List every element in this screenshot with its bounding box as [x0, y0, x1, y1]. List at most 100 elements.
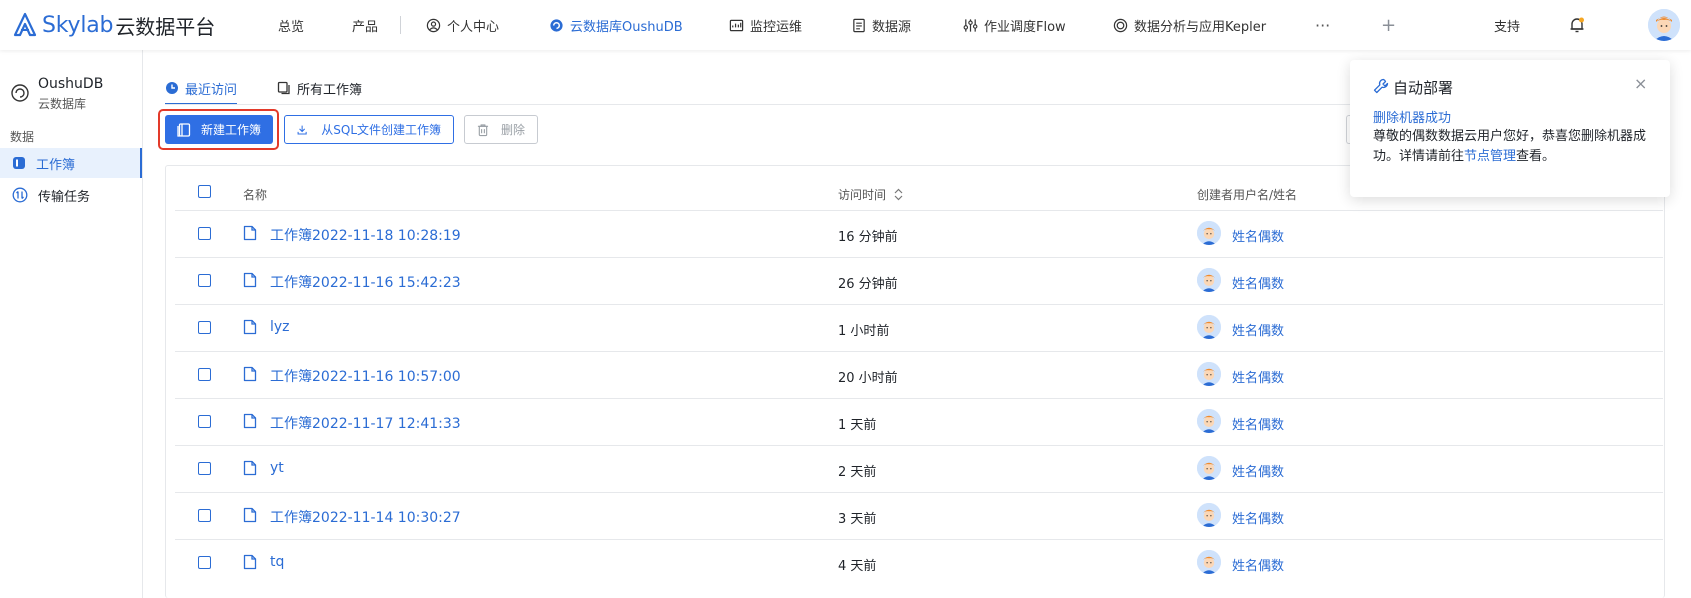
workbook-name-link[interactable]: 工作簿2022-11-17 12:41:33	[270, 413, 461, 433]
notification-bell-button[interactable]	[1568, 0, 1586, 50]
toast-title: 自动部署	[1393, 79, 1454, 97]
new-workbook-button[interactable]: 新建工作簿	[165, 115, 273, 144]
nav-item-products[interactable]: 产品	[352, 0, 378, 50]
row-checkbox[interactable]	[198, 274, 211, 287]
creator-name-link[interactable]: 姓名偶数	[1232, 508, 1284, 527]
tab-all-workbooks[interactable]: 所有工作簿	[277, 72, 362, 104]
nav-item-kepler[interactable]: 数据分析与应用Kepler	[1113, 0, 1266, 50]
add-tab-button[interactable]: +	[1381, 0, 1396, 50]
workbook-name-link[interactable]: 工作簿2022-11-16 15:42:23	[270, 272, 461, 292]
logo-text-en: Skylab	[42, 12, 114, 38]
creator-name-link[interactable]: 姓名偶数	[1232, 320, 1284, 339]
close-icon[interactable]: ×	[1634, 74, 1647, 93]
transfer-icon	[12, 187, 28, 203]
oushudb-logo-icon	[11, 84, 29, 102]
tab-recent[interactable]: 最近访问	[165, 72, 238, 105]
row-checkbox[interactable]	[198, 462, 211, 475]
creator-name-link[interactable]: 姓名偶数	[1232, 367, 1284, 386]
row-checkbox[interactable]	[198, 321, 211, 334]
avatar-face-icon	[1197, 221, 1221, 245]
nav-item-label: 个人中心	[447, 19, 500, 35]
sort-icon	[894, 188, 903, 201]
table-row[interactable]: 工作簿2022-11-16 10:57:00 20 小时前 姓名偶数	[175, 351, 1663, 398]
more-menu-button[interactable]: ···	[1315, 0, 1330, 50]
trash-icon	[477, 123, 489, 136]
nav-item-label: 监控运维	[750, 19, 803, 35]
avatar-face-icon	[1197, 550, 1221, 574]
creator-name-link[interactable]: 姓名偶数	[1232, 273, 1284, 292]
sidebar-item-transfer[interactable]: 传输任务	[0, 180, 142, 210]
document-list-icon	[853, 18, 865, 32]
table-row[interactable]: 工作簿2022-11-17 12:41:33 1 天前 姓名偶数	[175, 398, 1663, 445]
table-row[interactable]: 工作簿2022-11-14 10:30:27 3 天前 姓名偶数	[175, 492, 1663, 539]
table-row[interactable]: tq 4 天前 姓名偶数	[175, 539, 1663, 586]
row-checkbox[interactable]	[198, 509, 211, 522]
avatar-face-icon	[1197, 362, 1221, 386]
delete-button[interactable]: 删除	[464, 115, 538, 144]
column-header-creator: 创建者用户名/姓名	[1197, 188, 1298, 202]
button-label: 新建工作簿	[200, 123, 261, 137]
creator-avatar	[1197, 503, 1221, 527]
nav-item-datasource[interactable]: 数据源	[852, 0, 911, 50]
top-navigation-bar: Skylab 云数据平台 总览 产品 个人中心 云数据库OushuDB 监控运维…	[0, 0, 1691, 50]
row-checkbox[interactable]	[198, 556, 211, 569]
wrench-icon	[1373, 78, 1389, 94]
app-logo[interactable]: Skylab 云数据平台	[12, 10, 215, 40]
creator-name-link[interactable]: 姓名偶数	[1232, 461, 1284, 480]
workbook-name-link[interactable]: 工作簿2022-11-16 10:57:00	[270, 366, 461, 386]
access-time: 1 小时前	[838, 324, 890, 339]
access-time: 3 天前	[838, 512, 877, 527]
creator-name-link[interactable]: 姓名偶数	[1232, 555, 1284, 574]
row-checkbox[interactable]	[198, 227, 211, 240]
creator-avatar	[1197, 315, 1221, 339]
create-from-sql-button[interactable]: 从SQL文件创建工作簿	[284, 115, 454, 144]
sidebar-item-workbook[interactable]: 工作簿	[0, 148, 142, 178]
notification-toast: 自动部署 × 删除机器成功 尊敬的偶数数据云用户您好，恭喜您删除机器成功。详情请…	[1350, 60, 1670, 197]
nav-item-label: 数据源	[872, 19, 912, 35]
avatar-face-icon	[1197, 456, 1221, 480]
select-all-checkbox[interactable]	[198, 185, 211, 198]
creator-avatar	[1197, 221, 1221, 245]
avatar-face-icon	[1197, 315, 1221, 339]
table-row[interactable]: 工作簿2022-11-16 15:42:23 26 分钟前 姓名偶数	[175, 257, 1663, 304]
support-link[interactable]: 支持	[1494, 0, 1520, 50]
user-avatar[interactable]	[1648, 9, 1680, 41]
nav-item-label: 云数据库OushuDB	[570, 19, 683, 35]
bell-icon	[1570, 17, 1584, 33]
table-row[interactable]: 工作簿2022-11-18 10:28:19 16 分钟前 姓名偶数	[175, 210, 1663, 257]
workbook-name-link[interactable]: 工作簿2022-11-14 10:30:27	[270, 507, 461, 527]
column-header-name: 名称	[243, 188, 268, 202]
toast-body-suffix: 查看。	[1516, 149, 1556, 164]
button-label: 删除	[500, 123, 525, 137]
workbook-add-icon	[177, 122, 191, 137]
sliders-icon	[963, 18, 978, 32]
nav-item-overview[interactable]: 总览	[278, 0, 304, 50]
creator-name-link[interactable]: 姓名偶数	[1232, 226, 1284, 245]
access-time: 2 天前	[838, 465, 877, 480]
access-time: 16 分钟前	[838, 230, 898, 245]
file-icon	[243, 554, 257, 570]
workbook-name-link[interactable]: tq	[270, 554, 284, 570]
avatar-face-icon	[1648, 9, 1680, 41]
table-row[interactable]: yt 2 天前 姓名偶数	[175, 445, 1663, 492]
nav-item-monitoring[interactable]: 监控运维	[729, 0, 802, 50]
row-checkbox[interactable]	[198, 368, 211, 381]
workbook-name-link[interactable]: 工作簿2022-11-18 10:28:19	[270, 225, 461, 245]
row-checkbox[interactable]	[198, 415, 211, 428]
column-header-time[interactable]: 访问时间	[838, 186, 903, 203]
creator-name-link[interactable]: 姓名偶数	[1232, 414, 1284, 433]
node-management-link[interactable]: 节点管理	[1464, 149, 1516, 164]
nav-item-flow[interactable]: 作业调度Flow	[963, 0, 1066, 50]
tab-label: 所有工作簿	[297, 82, 363, 98]
workbook-name-link[interactable]: yt	[270, 460, 284, 476]
workbook-name-link[interactable]: lyz	[270, 319, 290, 335]
nav-item-oushudb[interactable]: 云数据库OushuDB	[549, 0, 683, 50]
avatar-face-icon	[1197, 503, 1221, 527]
table-row[interactable]: lyz 1 小时前 姓名偶数	[175, 304, 1663, 351]
creator-avatar	[1197, 456, 1221, 480]
file-icon	[243, 413, 257, 429]
nav-item-personal-center[interactable]: 个人中心	[426, 0, 499, 50]
sidebar-item-label: 传输任务	[38, 189, 91, 205]
access-time: 1 天前	[838, 418, 877, 433]
workbook-icon	[13, 157, 25, 169]
